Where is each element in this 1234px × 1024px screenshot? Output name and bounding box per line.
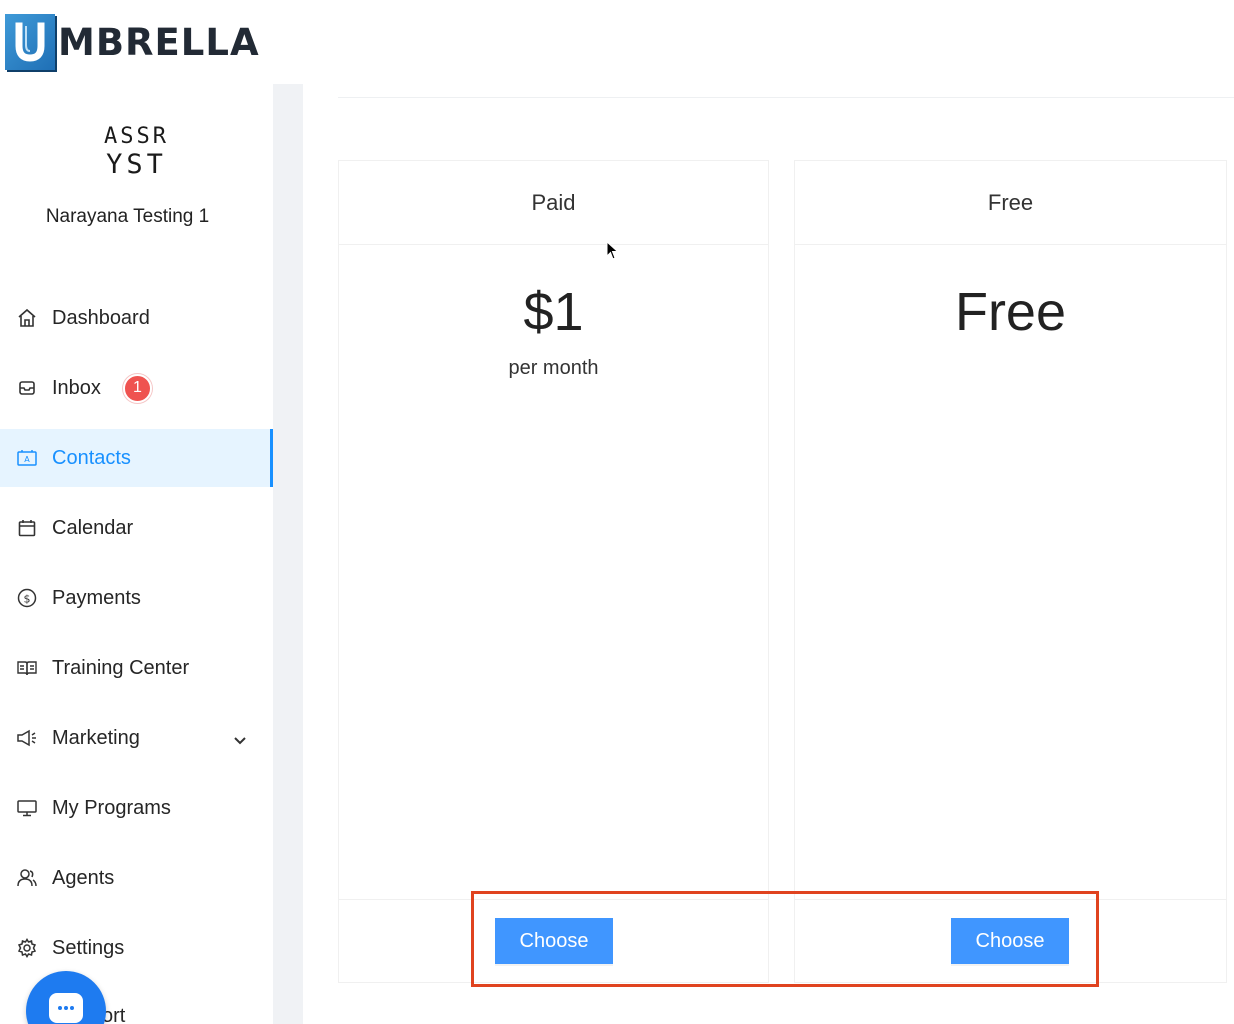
sidebar-item-label: Inbox <box>52 376 101 399</box>
sidebar-item-label: Contacts <box>52 446 131 469</box>
sidebar-gutter <box>273 84 303 1024</box>
umbrella-logo-icon <box>5 14 55 70</box>
content-divider <box>338 97 1234 98</box>
sidebar-item-training-center[interactable]: Training Center <box>0 639 273 697</box>
calendar-icon <box>16 517 38 539</box>
sidebar-item-agents[interactable]: Agents <box>0 849 273 907</box>
dollar-circle-icon: $ <box>16 587 38 609</box>
chat-icon <box>49 993 83 1023</box>
plan-price: $1 <box>523 282 584 342</box>
logo-text: MBRELLA <box>58 20 260 64</box>
plan-card-paid: Paid $1 per month Choose <box>338 160 769 983</box>
sidebar-item-contacts[interactable]: A Contacts <box>0 429 273 487</box>
sidebar-item-label: Agents <box>52 866 115 889</box>
org-logo-line2: YST <box>106 149 167 180</box>
sidebar-item-label: Payments <box>52 586 141 609</box>
org-logo: ASSR YST <box>0 124 273 180</box>
inbox-icon <box>16 377 38 399</box>
org-name: Narayana Testing 1 <box>45 206 210 227</box>
chevron-down-icon[interactable] <box>233 729 247 752</box>
megaphone-icon <box>16 727 38 749</box>
sidebar-item-marketing[interactable]: Marketing <box>0 709 273 767</box>
sidebar-item-label: Dashboard <box>52 306 150 329</box>
book-icon <box>16 657 38 679</box>
plan-price: Free <box>954 282 1067 342</box>
mouse-cursor-icon <box>606 240 620 266</box>
app-logo[interactable]: MBRELLA <box>5 13 260 71</box>
plan-card-footer: Choose <box>339 899 768 982</box>
choose-free-button[interactable]: Choose <box>951 918 1069 964</box>
plan-title: Free <box>795 161 1226 245</box>
sidebar-item-label: Marketing <box>52 726 140 749</box>
sidebar-item-my-programs[interactable]: My Programs <box>0 779 273 837</box>
plan-card-footer: Choose <box>795 899 1226 982</box>
sidebar-item-settings[interactable]: Settings <box>0 919 273 977</box>
sidebar-item-inbox[interactable]: Inbox 1 <box>0 359 273 417</box>
sidebar-item-label: Training Center <box>52 656 190 679</box>
gear-icon <box>16 937 38 959</box>
monitor-icon <box>16 797 38 819</box>
home-icon <box>16 307 38 329</box>
sidebar: ASSR YST Narayana Testing 1 Dashboard In… <box>0 84 273 1024</box>
plan-title: Paid <box>339 161 768 245</box>
contacts-icon: A <box>16 447 38 469</box>
sidebar-item-dashboard[interactable]: Dashboard <box>0 289 273 347</box>
org-logo-line1: ASSR <box>104 124 169 149</box>
sidebar-item-payments[interactable]: $ Payments <box>0 569 273 627</box>
plan-period: per month <box>508 357 599 379</box>
svg-text:$: $ <box>24 593 31 606</box>
sidebar-item-label: My Programs <box>52 796 171 819</box>
choose-paid-button[interactable]: Choose <box>495 918 613 964</box>
svg-text:A: A <box>24 455 30 464</box>
sidebar-item-label: Calendar <box>52 516 134 539</box>
users-icon <box>16 867 38 889</box>
sidebar-item-calendar[interactable]: Calendar <box>0 499 273 557</box>
inbox-count-badge: 1 <box>122 373 152 403</box>
sidebar-item-label: Settings <box>52 936 125 959</box>
plan-card-free: Free Free Choose <box>794 160 1227 983</box>
